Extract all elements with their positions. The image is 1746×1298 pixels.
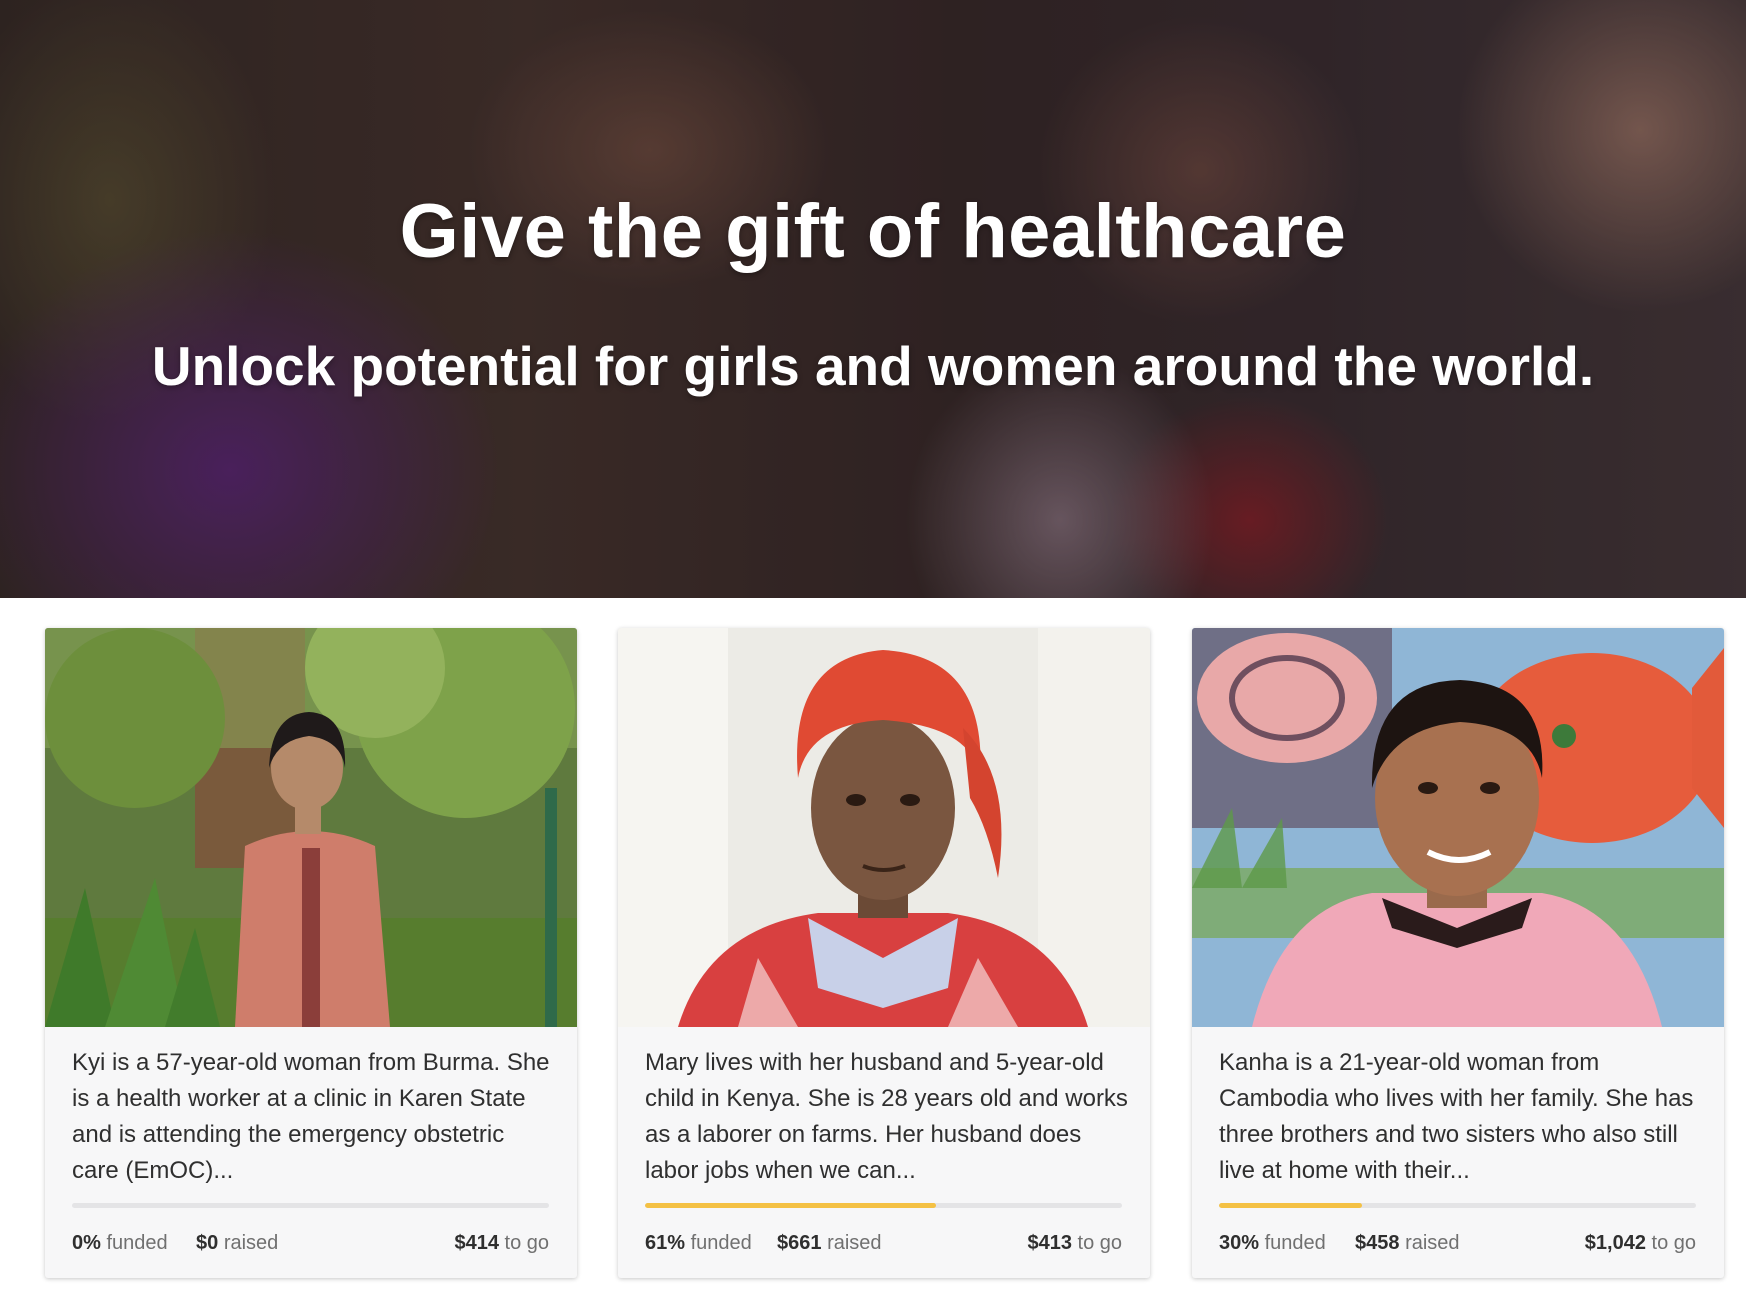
- raised-value: $458: [1355, 1232, 1400, 1254]
- funded-stat: 61% funded: [645, 1232, 752, 1255]
- borrower-description: Kyi is a 57-year-old woman from Burma. S…: [72, 1049, 550, 1184]
- borrower-photo[interactable]: [1192, 628, 1724, 1027]
- hero-subtitle: Unlock potential for girls and women aro…: [151, 335, 1595, 397]
- funded-label: funded: [690, 1232, 752, 1254]
- hero-background-photo: [0, 0, 1746, 598]
- raised-stat: $0 raised: [196, 1232, 278, 1255]
- funding-progress-bar: [1219, 1203, 1696, 1208]
- to-go-value: $1,042: [1584, 1232, 1646, 1254]
- to-go-stat: $414 to go: [454, 1232, 549, 1255]
- funded-value: 61%: [645, 1232, 686, 1254]
- funding-progress-bar: [645, 1203, 1122, 1208]
- to-go-value: $413: [1027, 1232, 1072, 1254]
- raised-stat: $661 raised: [777, 1232, 882, 1255]
- funded-value: 30%: [1219, 1232, 1260, 1254]
- to-go-stat: $413 to go: [1027, 1232, 1122, 1255]
- raised-stat: $458 raised: [1355, 1232, 1460, 1255]
- funding-progress-bar: [72, 1203, 549, 1208]
- hero-banner: Give the gift of healthcare Unlock poten…: [0, 0, 1746, 598]
- borrower-card[interactable]: Mary lives with her husband and 5-year-o…: [618, 628, 1150, 1278]
- to-go-label: to go: [1077, 1232, 1122, 1254]
- borrower-description: Mary lives with her husband and 5-year-o…: [645, 1049, 1128, 1184]
- funding-stats: 0% funded $0 raised $414 to go: [72, 1232, 549, 1262]
- raised-label: raised: [223, 1232, 279, 1254]
- funded-value: 0%: [72, 1232, 101, 1254]
- funded-label: funded: [1264, 1232, 1326, 1254]
- borrower-card[interactable]: Kanha is a 21-year-old woman from Cambod…: [1192, 628, 1724, 1278]
- raised-value: $661: [777, 1232, 822, 1254]
- raised-label: raised: [1405, 1232, 1460, 1254]
- funding-stats: 30% funded $458 raised $1,042 to go: [1219, 1232, 1696, 1262]
- borrower-description: Kanha is a 21-year-old woman from Cambod…: [1219, 1049, 1694, 1184]
- funded-stat: 30% funded: [1219, 1232, 1326, 1255]
- raised-label: raised: [827, 1232, 882, 1254]
- borrower-photo[interactable]: [618, 628, 1150, 1027]
- funded-stat: 0% funded: [72, 1232, 168, 1255]
- funded-label: funded: [106, 1232, 168, 1254]
- funding-progress-fill: [1219, 1203, 1363, 1208]
- to-go-label: to go: [504, 1232, 549, 1254]
- raised-value: $0: [196, 1232, 219, 1254]
- borrower-card[interactable]: Kyi is a 57-year-old woman from Burma. S…: [45, 628, 577, 1278]
- funding-progress-fill: [645, 1203, 936, 1208]
- to-go-value: $414: [454, 1232, 499, 1254]
- to-go-stat: $1,042 to go: [1585, 1232, 1696, 1255]
- borrower-photo[interactable]: [45, 628, 577, 1027]
- hero-title: Give the gift of healthcare: [399, 189, 1347, 274]
- funding-stats: 61% funded $661 raised $413 to go: [645, 1232, 1122, 1262]
- to-go-label: to go: [1651, 1232, 1696, 1254]
